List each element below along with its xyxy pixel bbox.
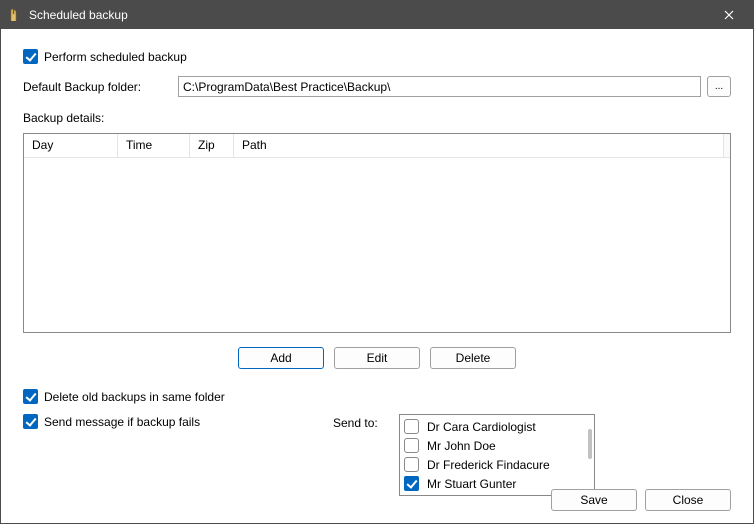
grid-col-day[interactable]: Day [24, 134, 118, 157]
recipients-listbox[interactable]: Dr Cara Cardiologist Mr John Doe Dr Freder… [399, 414, 595, 496]
content-area: Perform scheduled backup Default Backup … [1, 29, 753, 523]
window-close-button[interactable] [709, 1, 749, 29]
delete-button[interactable]: Delete [430, 347, 516, 369]
send-message-checkbox[interactable] [23, 414, 38, 429]
titlebar: Scheduled backup [1, 1, 753, 29]
recipient-checkbox[interactable] [404, 457, 419, 472]
close-icon [724, 10, 734, 20]
recipient-name: Dr Cara Cardiologist [427, 420, 536, 434]
grid-body[interactable] [24, 158, 730, 332]
send-message-label: Send message if backup fails [44, 415, 200, 429]
recipient-checkbox[interactable] [404, 476, 419, 491]
send-message-row: Send message if backup fails Send to: Dr… [23, 414, 731, 496]
delete-old-checkbox[interactable] [23, 389, 38, 404]
window: Scheduled backup Perform scheduled backu… [0, 0, 754, 524]
perform-backup-label: Perform scheduled backup [44, 50, 187, 64]
grid-header: Day Time Zip Path [24, 134, 730, 158]
recipient-item[interactable]: Mr John Doe [404, 436, 590, 455]
footer-buttons: Save Close [551, 489, 731, 511]
delete-old-row[interactable]: Delete old backups in same folder [23, 389, 731, 404]
scrollbar-thumb[interactable] [588, 429, 592, 459]
recipient-name: Mr John Doe [427, 439, 496, 453]
recipient-name: Mr Stuart Gunter [427, 477, 516, 491]
add-button[interactable]: Add [238, 347, 324, 369]
grid-col-time[interactable]: Time [118, 134, 190, 157]
close-button[interactable]: Close [645, 489, 731, 511]
grid-col-zip[interactable]: Zip [190, 134, 234, 157]
grid-buttons: Add Edit Delete [23, 347, 731, 369]
folder-input[interactable] [178, 76, 701, 97]
backup-details-label: Backup details: [23, 111, 731, 125]
backup-details-grid[interactable]: Day Time Zip Path [23, 133, 731, 333]
grid-scroll-gutter [724, 134, 730, 157]
browse-button[interactable]: ... [707, 76, 731, 97]
edit-button[interactable]: Edit [334, 347, 420, 369]
folder-label: Default Backup folder: [23, 80, 178, 94]
grid-col-path[interactable]: Path [234, 134, 724, 157]
recipient-item[interactable]: Dr Frederick Findacure [404, 455, 590, 474]
folder-row: Default Backup folder: ... [23, 76, 731, 97]
window-title: Scheduled backup [29, 8, 709, 22]
recipient-item[interactable]: Dr Cara Cardiologist [404, 417, 590, 436]
send-message-checkbox-row[interactable]: Send message if backup fails [23, 414, 325, 429]
perform-backup-row[interactable]: Perform scheduled backup [23, 49, 731, 64]
save-button[interactable]: Save [551, 489, 637, 511]
delete-old-label: Delete old backups in same folder [44, 390, 225, 404]
app-icon [7, 7, 23, 23]
recipient-checkbox[interactable] [404, 438, 419, 453]
options-block: Delete old backups in same folder Send m… [23, 389, 731, 496]
perform-backup-checkbox[interactable] [23, 49, 38, 64]
recipient-checkbox[interactable] [404, 419, 419, 434]
recipient-name: Dr Frederick Findacure [427, 458, 550, 472]
send-to-label: Send to: [333, 414, 391, 430]
